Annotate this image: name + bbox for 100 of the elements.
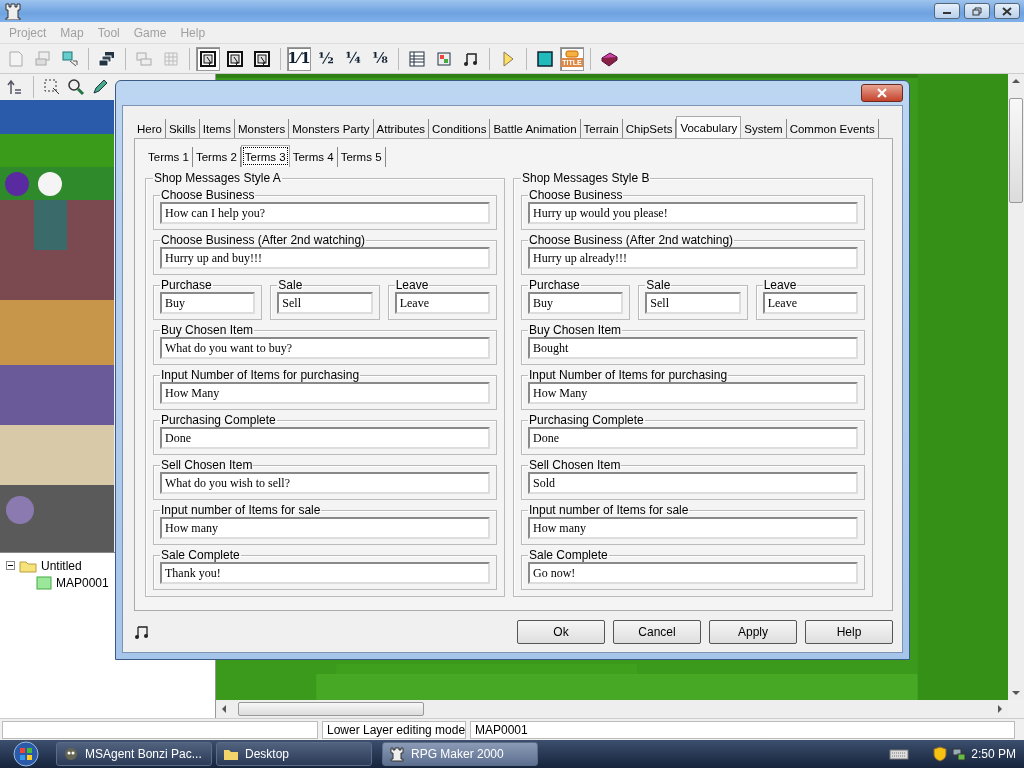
text-field[interactable]: Sell <box>645 292 741 314</box>
tab[interactable]: Vocabulary <box>676 116 742 139</box>
table-icon <box>408 49 426 68</box>
dialog-button[interactable]: Ok <box>517 619 605 644</box>
text-field[interactable]: How many <box>528 517 858 539</box>
field-label: Buy Chosen Item <box>528 323 623 337</box>
dialog-button[interactable]: Help <box>805 619 893 644</box>
text-field[interactable]: Hurry up already!!! <box>528 247 858 269</box>
taskbar-button[interactable]: RPG Maker 2000 <box>382 742 538 766</box>
text-field[interactable]: Leave <box>762 292 858 314</box>
layer-icon <box>226 49 244 68</box>
clock-text: 2:50 PM <box>971 746 1016 763</box>
music-icon <box>134 623 150 640</box>
close-icon <box>876 88 888 98</box>
field-label: Input Number of Items for purchasing <box>160 368 361 382</box>
collapse-icon[interactable] <box>6 561 15 570</box>
text-field[interactable]: How Many <box>528 382 858 404</box>
tab[interactable]: Terms 3 <box>240 145 290 167</box>
text-field[interactable]: Sold <box>528 472 858 494</box>
toolbar-button[interactable] <box>196 46 220 71</box>
field-label: Sell Chosen Item <box>160 458 254 472</box>
text-field[interactable]: How can I help you? <box>160 202 490 224</box>
close-icon <box>1002 6 1012 16</box>
text-field[interactable]: Thank you! <box>160 562 490 584</box>
field-label: Input number of Items for sale <box>528 503 690 517</box>
field-label: Choose Business <box>160 188 256 202</box>
stack-icon <box>98 49 116 68</box>
tree-item[interactable]: MAP0001 <box>56 573 109 592</box>
field-label: Leave <box>394 278 430 292</box>
field-label: Choose Business (After 2nd watching) <box>160 233 367 247</box>
castle-icon <box>4 2 22 20</box>
tab[interactable]: Terms 5 <box>337 147 386 167</box>
field-label: Buy Chosen Item <box>160 323 255 337</box>
zoom-button[interactable]: ½ <box>314 46 338 71</box>
text-field[interactable]: Hurry up would you please! <box>528 202 858 224</box>
window-icon <box>34 49 52 68</box>
scroll-thumb[interactable] <box>1009 98 1023 203</box>
field-label: Choose Business <box>528 188 624 202</box>
layer-icon <box>253 49 271 68</box>
select-icon <box>43 78 61 96</box>
text-field[interactable]: How many <box>160 517 490 539</box>
text-field[interactable]: Bought <box>528 337 858 359</box>
restore-icon <box>972 6 982 16</box>
pencil-icon <box>91 78 109 96</box>
dialog-button[interactable]: Apply <box>709 619 797 644</box>
field-label: Sale Complete <box>528 548 609 562</box>
group-label: Shop Messages Style B <box>521 171 651 185</box>
map-icon <box>36 575 52 590</box>
text-field[interactable]: Done <box>528 427 858 449</box>
field-label: Choose Business (After 2nd watching) <box>528 233 735 247</box>
zoom-button[interactable]: ⅛ <box>368 46 392 71</box>
field-label: Input Number of Items for purchasing <box>528 368 729 382</box>
field-label: Sale Complete <box>160 548 241 562</box>
page-icon <box>7 49 25 68</box>
swap-icon <box>435 49 453 68</box>
tab[interactable]: Terms 2 <box>192 147 241 167</box>
castle-icon <box>389 746 405 762</box>
scroll-thumb[interactable] <box>238 702 424 716</box>
text-field[interactable]: Sell <box>277 292 373 314</box>
text-field[interactable]: How Many <box>160 382 490 404</box>
text-field[interactable]: Hurry up and buy!!! <box>160 247 490 269</box>
taskbar-button[interactable]: Desktop <box>216 742 372 766</box>
layer-icon <box>199 49 217 68</box>
text-field[interactable]: What do you wish to sell? <box>160 472 490 494</box>
close-button[interactable] <box>994 3 1020 19</box>
text-field[interactable]: Go now! <box>528 562 858 584</box>
shield-icon[interactable] <box>933 746 948 762</box>
text-field[interactable]: Leave <box>394 292 490 314</box>
field-label: Input number of Items for sale <box>160 503 322 517</box>
taskbar-button[interactable]: MSAgent Bonzi Pac... <box>56 742 212 766</box>
field-label: Sale <box>277 278 304 292</box>
folder-icon <box>19 558 37 573</box>
text-field[interactable]: What do you want to buy? <box>160 337 490 359</box>
status-text: MAP0001 <box>470 720 1015 739</box>
field-label: Leave <box>762 278 798 292</box>
group-label: Shop Messages Style A <box>153 171 282 185</box>
zoom-button[interactable]: ¼ <box>341 46 365 71</box>
keyboard-icon[interactable] <box>889 748 910 760</box>
field-label: Purchasing Complete <box>528 413 645 427</box>
field-label: Sale <box>645 278 672 292</box>
dialog-button[interactable]: Cancel <box>613 619 701 644</box>
text-field[interactable]: Done <box>160 427 490 449</box>
status-text: Lower Layer editing mode <box>322 720 466 739</box>
export-icon <box>61 49 79 68</box>
zoom-button[interactable]: 1⁄1 <box>287 46 311 71</box>
text-field[interactable]: Buy <box>528 292 624 314</box>
tab[interactable]: Terms 1 <box>145 147 193 167</box>
square-icon <box>536 49 554 68</box>
tree-item[interactable]: Untitled <box>41 556 82 575</box>
tab[interactable]: Terms 4 <box>289 147 338 167</box>
frame-icon <box>565 50 579 58</box>
field-label: Purchase <box>528 278 581 292</box>
maximize-button[interactable] <box>964 3 990 19</box>
field-label: Purchase <box>160 278 213 292</box>
network-icon[interactable] <box>951 746 968 762</box>
search-icon <box>67 78 85 96</box>
close-button[interactable] <box>861 84 903 102</box>
text-field[interactable]: Buy <box>160 292 256 314</box>
minimize-button[interactable] <box>934 3 960 19</box>
grid-icon <box>162 49 180 68</box>
